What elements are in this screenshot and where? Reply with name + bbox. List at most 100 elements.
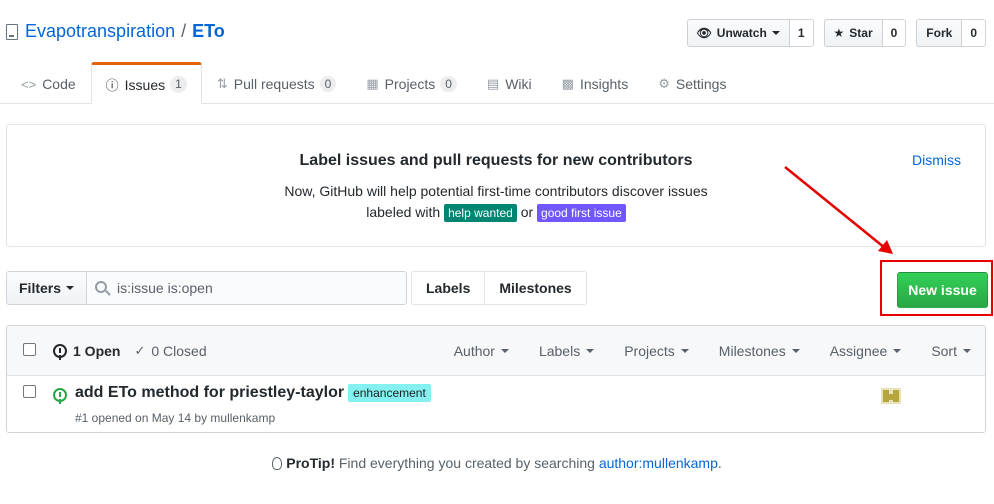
milestones-filter-label: Milestones [718,343,786,359]
open-count: 1 Open [73,343,121,359]
project-icon: ▦ [366,76,379,91]
tab-insights-label: Insights [579,76,629,92]
tab-issues[interactable]: ⓘ Issues 1 [90,62,202,105]
assignee-avatar[interactable] [881,386,901,406]
banner-title: Label issues and pull requests for new c… [299,152,693,169]
protip-end: . [717,455,722,471]
assignee-filter-label: Assignee [829,343,888,359]
star-button[interactable]: ★ Star [823,19,883,47]
pulls-counter: 0 [319,75,337,93]
book-icon: ▤ [486,76,500,91]
star-count[interactable]: 0 [882,19,907,47]
protip-text: Find everything you created by searching [338,455,595,471]
filters-dropdown[interactable]: Filters [6,271,88,305]
author-filter[interactable]: Author [454,343,509,359]
closed-count: 0 Closed [151,343,207,359]
milestones-filter[interactable]: Milestones [719,343,800,359]
repo-title: Evapotranspiration / ETo [6,21,225,42]
repo-nav: <> Code ⓘ Issues 1 ⇅ Pull requests 0 ▦ P… [6,62,741,105]
tab-wiki-label: Wiki [505,76,532,92]
tab-issues-label: Issues [124,76,166,93]
issue-opened-icon: ⓘ [105,78,119,93]
issue-meta: #1 opened on May 14 by mullenkamp [75,411,276,425]
label-good-first-issue[interactable]: good first issue [537,204,626,223]
issue-title-link[interactable]: add ETo method for priestley-taylor [75,384,344,402]
sort-filter[interactable]: Sort [931,343,971,359]
chevron-down-icon [791,349,800,353]
pagehead-actions: 👁 Unwatch 1 ★ Star 0 Fork 0 [686,19,986,47]
fork-count[interactable]: 0 [962,19,986,47]
issues-list-header: 1 Open ✓ 0 Closed Author Labels Projects… [7,326,985,376]
tab-projects-label: Projects [384,76,436,92]
unwatch-label: Unwatch [716,26,767,40]
repo-name-link[interactable]: ETo [192,21,225,42]
search-field [87,271,408,305]
tab-settings-label: Settings [675,76,727,92]
check-icon: ✓ [134,343,146,358]
filters-label: Filters [19,280,62,296]
banner-line1: Now, GitHub will help potential first-ti… [284,183,708,199]
projects-filter-label: Projects [624,343,675,359]
gear-icon: ⚙ [658,76,670,91]
light-bulb-icon [272,457,283,470]
tab-settings[interactable]: ⚙ Settings [643,62,741,104]
issue-opened-icon [53,344,67,358]
table-filters: Author Labels Projects Milestones Assign… [424,326,971,376]
protip: ProTip! Find everything you created by s… [0,455,994,471]
sort-filter-label: Sort [931,343,957,359]
git-pull-request-icon: ⇅ [216,76,228,91]
issue-row: add ETo method for priestley-taylor enha… [7,376,985,433]
search-icon [95,281,108,293]
banner-or: or [520,204,534,220]
chevron-down-icon [586,349,595,353]
closed-issues-link[interactable]: ✓ 0 Closed [134,343,206,359]
labels-filter-label: Labels [538,343,581,359]
chevron-down-icon [771,31,780,35]
label-help-wanted[interactable]: help wanted [444,204,517,223]
repo-owner-link[interactable]: Evapotranspiration [25,21,175,42]
select-all-checkbox[interactable] [23,343,36,356]
search-input[interactable] [117,280,398,296]
dismiss-button[interactable]: Dismiss [912,152,961,168]
banner-text: Now, GitHub will help potential first-ti… [7,181,985,223]
protip-search-link[interactable]: author:mullenkamp [599,455,718,471]
issue-title-wrap: add ETo method for priestley-taylor enha… [75,384,431,402]
repo-separator: / [181,21,187,41]
tab-insights[interactable]: ▩ Insights [547,62,644,104]
watch-count[interactable]: 1 [789,19,814,47]
assignee-filter[interactable]: Assignee [830,343,902,359]
issues-subnav: Filters Labels Milestones [6,271,986,305]
star-group: ★ Star 0 [823,19,907,47]
tab-wiki[interactable]: ▤ Wiki [472,62,547,104]
chevron-down-icon [680,349,689,353]
chevron-down-icon [893,349,902,353]
new-issue-highlight: New issue [880,260,993,316]
new-issue-button[interactable]: New issue [897,272,988,308]
author-filter-label: Author [453,343,495,359]
tab-projects[interactable]: ▦ Projects 0 [351,62,472,104]
fork-group: Fork 0 [916,19,986,47]
projects-counter: 0 [440,75,457,93]
issue-label-enhancement[interactable]: enhancement [348,384,431,402]
issues-counter: 1 [170,76,187,93]
filters-search: Filters [6,271,408,305]
labels-link[interactable]: Labels [411,271,486,305]
labels-milestones-nav: Labels Milestones [411,271,587,305]
graph-icon: ▩ [561,76,574,91]
tab-code[interactable]: <> Code [6,62,91,104]
protip-label: ProTip! [286,455,335,471]
issue-checkbox[interactable] [23,385,36,398]
fork-label: Fork [926,26,953,40]
open-issues-link[interactable]: 1 Open [53,343,120,359]
milestones-link[interactable]: Milestones [485,271,587,305]
fork-button[interactable]: Fork [916,19,963,47]
tab-pull-requests-label: Pull requests [233,76,315,92]
tab-pull-requests[interactable]: ⇅ Pull requests 0 [202,62,352,104]
tab-code-label: Code [42,76,76,92]
star-icon: ★ [833,26,845,40]
labels-filter[interactable]: Labels [538,343,595,359]
issue-states: 1 Open ✓ 0 Closed [53,326,207,376]
projects-filter[interactable]: Projects [624,343,689,359]
watch-group: 👁 Unwatch 1 [686,19,814,47]
unwatch-button[interactable]: 👁 Unwatch [686,19,790,47]
